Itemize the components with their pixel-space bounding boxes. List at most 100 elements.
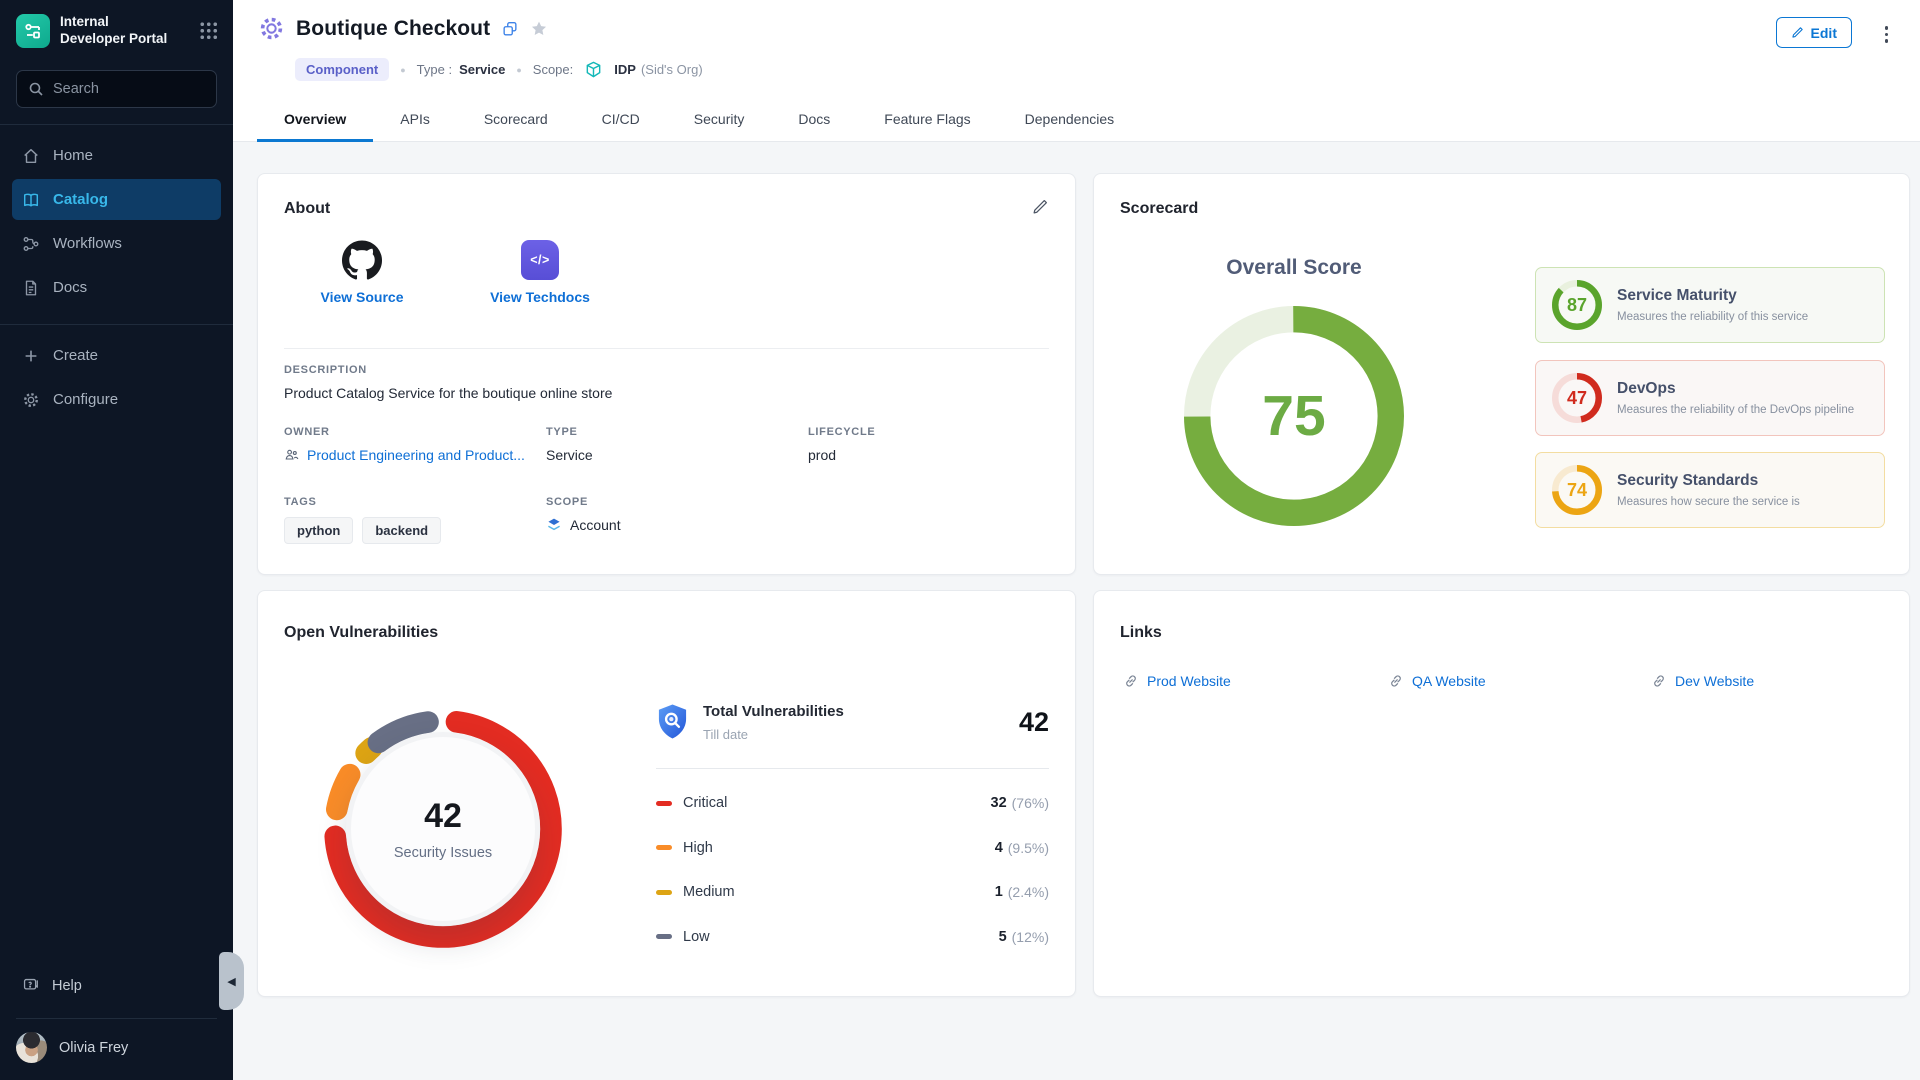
- link-label: Dev Website: [1675, 673, 1754, 689]
- total-vulnerabilities-subtitle: Till date: [703, 727, 844, 742]
- help-icon: [22, 977, 39, 994]
- lifecycle-label: LIFECYCLE: [808, 426, 1049, 438]
- low-legend-marker: [656, 934, 672, 939]
- sidebar-item-workflows[interactable]: Workflows: [12, 223, 221, 264]
- star-icon[interactable]: [530, 20, 548, 38]
- gear-icon: [22, 391, 40, 409]
- tab-overview[interactable]: Overview: [257, 100, 373, 142]
- help-button[interactable]: Help: [22, 977, 211, 994]
- dot-separator: ●: [516, 65, 521, 75]
- view-source-label: View Source: [297, 289, 427, 305]
- dot-separator: ●: [400, 65, 405, 75]
- tag-chip[interactable]: python: [284, 517, 353, 544]
- sidebar-item-catalog[interactable]: Catalog: [12, 179, 221, 220]
- sidebar: Internal Developer Portal Home Catalog: [0, 0, 233, 1080]
- severity-count: 32: [991, 795, 1007, 811]
- sidebar-item-create[interactable]: Create: [12, 335, 221, 376]
- tab-feature-flags[interactable]: Feature Flags: [857, 100, 997, 142]
- tab-apis[interactable]: APIs: [373, 100, 457, 142]
- edit-about-icon[interactable]: [1031, 198, 1049, 216]
- copy-icon[interactable]: [501, 20, 519, 38]
- view-source-link[interactable]: View Source: [297, 238, 427, 305]
- description-value: Product Catalog Service for the boutique…: [284, 385, 1049, 401]
- owner-link[interactable]: Product Engineering and Product...: [284, 447, 546, 463]
- tab-docs[interactable]: Docs: [771, 100, 857, 142]
- page-title: Boutique Checkout: [296, 17, 490, 41]
- link-dev-website[interactable]: Dev Website: [1651, 673, 1754, 689]
- tab-bar: Overview APIs Scorecard CI/CD Security D…: [257, 100, 1141, 142]
- tab-cicd[interactable]: CI/CD: [575, 100, 667, 142]
- sidebar-actions: Create Configure: [0, 335, 233, 420]
- scope-org: (Sid's Org): [641, 62, 703, 77]
- tab-dependencies[interactable]: Dependencies: [998, 100, 1142, 142]
- sidebar-divider: [16, 1018, 217, 1019]
- avatar: [16, 1032, 47, 1063]
- tag-chip[interactable]: backend: [362, 517, 441, 544]
- sidebar-item-label: Create: [53, 347, 98, 364]
- sidebar-search[interactable]: [16, 70, 217, 108]
- tab-scorecard[interactable]: Scorecard: [457, 100, 575, 142]
- severity-percent: (76%): [1012, 795, 1049, 811]
- group-icon: [284, 447, 300, 463]
- edit-button-label: Edit: [1811, 25, 1837, 41]
- link-prod-website[interactable]: Prod Website: [1123, 673, 1231, 689]
- divider: [656, 768, 1049, 769]
- links-card: Links Prod Website QA Website Dev Websit…: [1093, 590, 1910, 997]
- owner-value: Product Engineering and Product...: [307, 447, 525, 463]
- tags-label: TAGS: [284, 496, 546, 508]
- sidebar-item-label: Catalog: [53, 191, 108, 208]
- total-vulnerabilities-value: 42: [1019, 703, 1049, 738]
- app-grid-icon[interactable]: [200, 22, 219, 41]
- vulnerabilities-card: Open Vulnerabilities 42 Security Issues: [257, 590, 1076, 997]
- docs-icon: [22, 279, 40, 297]
- search-input[interactable]: [53, 81, 205, 97]
- scope-label: SCOPE: [546, 496, 1049, 508]
- scope-name: IDP: [614, 62, 636, 77]
- scorecard-item-security-standards[interactable]: 74 Security Standards Measures how secur…: [1535, 452, 1885, 528]
- sidebar-item-label: Home: [53, 147, 93, 164]
- view-techdocs-label: View Techdocs: [475, 289, 605, 305]
- sidebar-collapse-handle[interactable]: ◀: [219, 952, 244, 1010]
- severity-count: 5: [999, 929, 1007, 945]
- sidebar-item-label: Workflows: [53, 235, 122, 252]
- high-legend-marker: [656, 845, 672, 850]
- about-card: About View Source </> View Techdocs: [257, 173, 1076, 575]
- security-standards-ring: 74: [1552, 465, 1602, 515]
- more-options-icon[interactable]: [1881, 22, 1893, 47]
- scorecard-item-service-maturity[interactable]: 87 Service Maturity Measures the reliabi…: [1535, 267, 1885, 343]
- sidebar-divider: [0, 324, 233, 325]
- scope-label: Scope:: [533, 62, 573, 77]
- sidebar-item-home[interactable]: Home: [12, 135, 221, 176]
- user-menu[interactable]: Olivia Frey: [16, 1032, 217, 1063]
- overall-score-value: 75: [1184, 306, 1404, 526]
- medium-legend-marker: [656, 890, 672, 895]
- scorecard-item-description: Measures the reliability of the DevOps p…: [1617, 404, 1854, 416]
- tab-security[interactable]: Security: [667, 100, 772, 142]
- severity-label: High: [683, 840, 713, 856]
- view-techdocs-link[interactable]: </> View Techdocs: [475, 238, 605, 305]
- sidebar-item-configure[interactable]: Configure: [12, 379, 221, 420]
- severity-percent: (12%): [1012, 929, 1049, 945]
- link-qa-website[interactable]: QA Website: [1388, 673, 1486, 689]
- devops-score: 47: [1552, 373, 1602, 423]
- severity-count: 1: [995, 884, 1003, 900]
- description-label: DESCRIPTION: [284, 364, 1049, 376]
- type-label: TYPE: [546, 426, 808, 438]
- type-value: Service: [459, 62, 505, 77]
- severity-row-low: Low 5 (12%): [656, 915, 1049, 960]
- account-icon: [546, 517, 562, 533]
- total-vulnerabilities-title: Total Vulnerabilities: [703, 703, 844, 720]
- plus-icon: [22, 347, 40, 365]
- help-label: Help: [52, 978, 82, 994]
- sidebar-item-docs[interactable]: Docs: [12, 267, 221, 308]
- vulnerabilities-donut-center: 42 Security Issues: [346, 732, 540, 926]
- sidebar-divider: [0, 124, 233, 125]
- brand-logo-icon: [16, 14, 50, 48]
- security-issues-count: 42: [424, 797, 462, 836]
- edit-button[interactable]: Edit: [1776, 17, 1852, 48]
- service-maturity-score: 87: [1552, 280, 1602, 330]
- about-title: About: [284, 200, 330, 218]
- scorecard-item-devops[interactable]: 47 DevOps Measures the reliability of th…: [1535, 360, 1885, 436]
- sidebar-item-label: Configure: [53, 391, 118, 408]
- type-label: Type :: [417, 62, 452, 77]
